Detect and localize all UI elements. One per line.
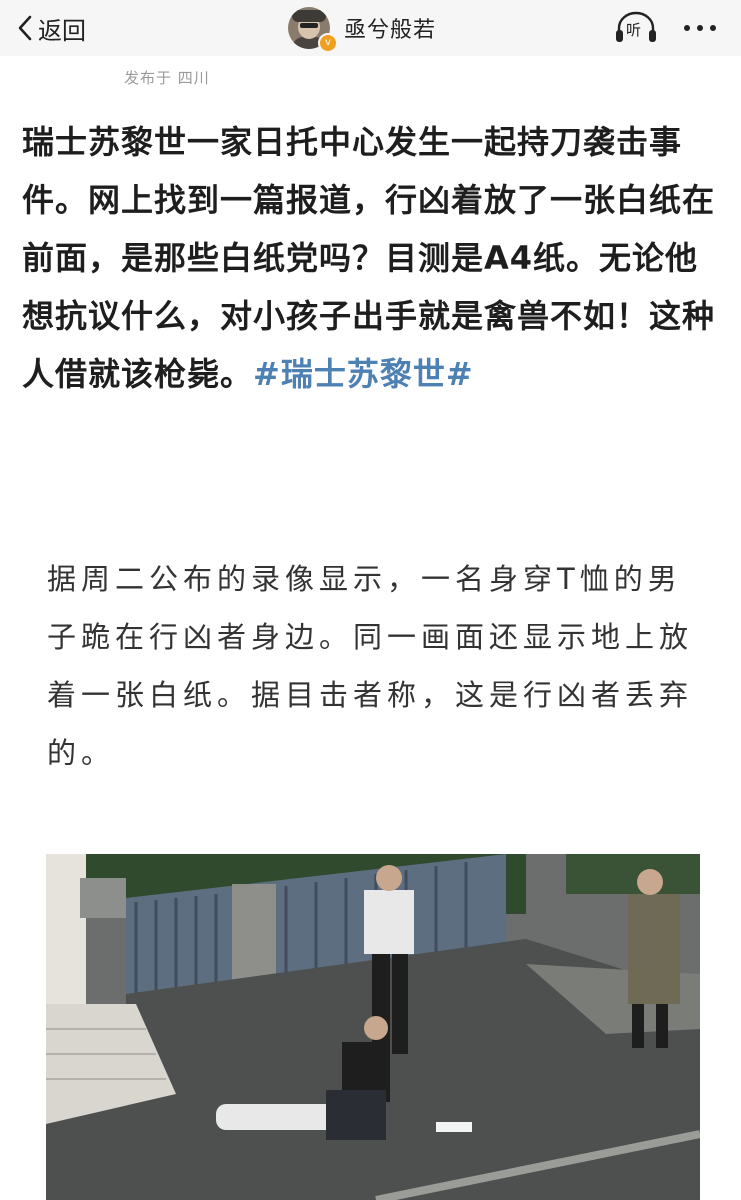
post-image[interactable] [46, 854, 700, 1200]
post-location: 发布于 四川 [124, 69, 210, 87]
top-navigation-bar: 返回 亟兮般若 v 听 [0, 0, 741, 56]
back-button[interactable]: 返回 [18, 8, 86, 48]
listen-label: 听 [626, 21, 642, 39]
more-options-button[interactable] [680, 14, 720, 42]
post-text: 瑞士苏黎世一家日托中心发生一起持刀袭击事件。网上找到一篇报道，行凶着放了一张白纸… [22, 113, 722, 403]
hashtag-link[interactable]: #瑞士苏黎世# [253, 355, 474, 393]
quoted-report: 据周二公布的录像显示，一名身穿T恤的男子跪在行凶者身边。同一画面还显示地上放着一… [47, 562, 694, 770]
verified-badge-icon: v [318, 33, 338, 53]
street-scene-image [46, 854, 700, 1200]
author-info[interactable]: 亟兮般若 [288, 5, 436, 51]
listen-button[interactable]: 听 [614, 10, 658, 46]
author-name[interactable]: 亟兮般若 [344, 12, 436, 44]
chevron-left-icon [18, 15, 32, 41]
back-label: 返回 [38, 16, 86, 45]
post-body: 瑞士苏黎世一家日托中心发生一起持刀袭击事件。网上找到一篇报道，行凶着放了一张白纸… [22, 123, 716, 393]
more-dots-icon [684, 25, 690, 31]
